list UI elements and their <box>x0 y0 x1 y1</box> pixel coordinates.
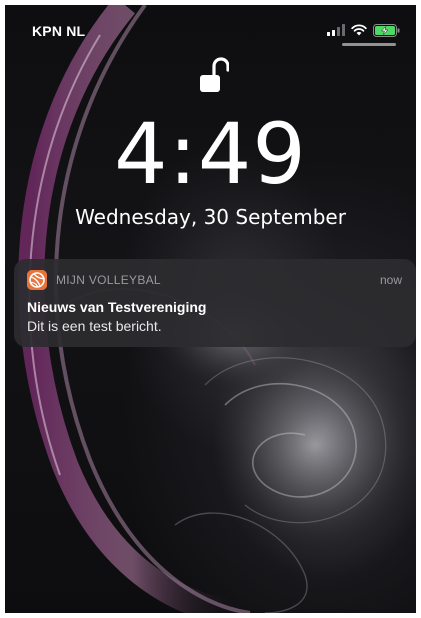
control-center-indicator[interactable] <box>342 43 396 46</box>
notification-body: Dit is een test bericht. <box>27 318 162 334</box>
notification-card[interactable]: MIJN VOLLEYBAL now Nieuws van Testvereni… <box>14 259 416 347</box>
lock-screen-time: 4:49 <box>114 105 307 203</box>
battery-charging-icon <box>373 23 400 37</box>
notification-app-name: MIJN VOLLEYBAL <box>56 273 161 287</box>
unlocked-padlock-icon <box>200 57 229 92</box>
status-icons <box>327 23 400 37</box>
volleyball-app-icon <box>27 270 47 290</box>
notification-time: now <box>379 273 402 287</box>
wifi-icon <box>351 24 367 36</box>
carrier-name: KPN NL <box>32 23 86 39</box>
cellular-signal-icon <box>327 24 345 36</box>
lock-screen: KPN NL 4:49 Wednesday, 30 September MIJN… <box>5 5 416 613</box>
notification-title: Nieuws van Testvereniging <box>27 299 207 315</box>
status-bar: KPN NL <box>5 5 416 49</box>
lock-screen-date: Wednesday, 30 September <box>75 205 346 229</box>
